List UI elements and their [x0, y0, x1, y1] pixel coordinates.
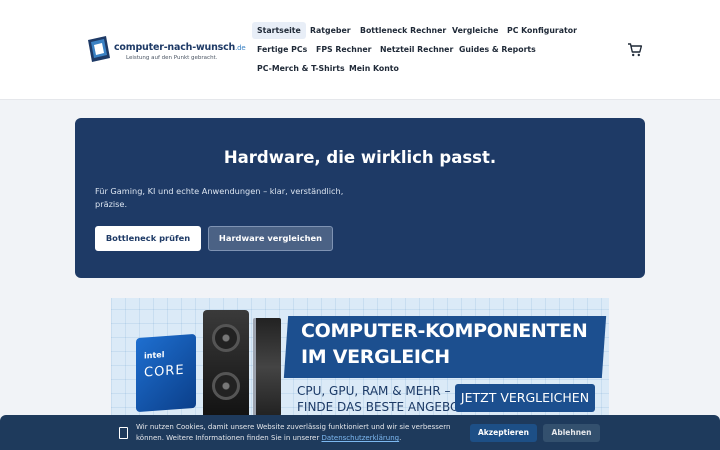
cookie-banner: Wir nutzen Cookies, damit unsere Website…: [0, 415, 720, 450]
banner-cta-button[interactable]: JETZT VERGLEICHEN: [455, 384, 595, 412]
privacy-policy-link[interactable]: Datenschutzerklärung: [321, 434, 399, 442]
banner-line-1: CPU, GPU, RAM & MEHR –: [297, 384, 451, 398]
logo-tagline: Leistung auf den Punkt gebracht.: [126, 55, 218, 61]
nav-fertige-pcs[interactable]: Fertige PCs: [252, 41, 312, 58]
document-icon: [119, 427, 128, 439]
site-logo[interactable]: computer-nach-wunsch.de Leistung auf den…: [86, 34, 246, 68]
banner-headline-1: COMPUTER-KOMPONENTEN: [301, 320, 588, 342]
ram-image: [253, 318, 281, 416]
site-header: computer-nach-wunsch.de Leistung auf den…: [0, 0, 720, 100]
gpu-fan-icon: [212, 324, 240, 352]
logo-name: computer-nach-wunsch.de: [114, 42, 246, 53]
bottleneck-check-button[interactable]: Bottleneck prüfen: [95, 226, 201, 251]
nav-guides-reports[interactable]: Guides & Reports: [454, 41, 541, 58]
nav-fps-rechner[interactable]: FPS Rechner: [311, 41, 377, 58]
nav-pc-konfigurator[interactable]: PC Konfigurator: [502, 22, 582, 39]
hero-subtitle: Für Gaming, KI und echte Anwendungen – k…: [95, 186, 344, 209]
gpu-image: [203, 310, 249, 420]
gpu-fan-icon: [212, 372, 240, 400]
accept-cookies-button[interactable]: Akzeptieren: [470, 424, 537, 442]
cpu-box-image: intel CORE: [136, 333, 196, 413]
nav-mein-konto[interactable]: Mein Konto: [344, 60, 404, 77]
compare-hardware-button[interactable]: Hardware vergleichen: [208, 226, 333, 251]
nav-pc-merch[interactable]: PC-Merch & T-Shirts: [252, 60, 350, 77]
nav-netzteil-rechner[interactable]: Netzteil Rechner: [375, 41, 458, 58]
nav-vergleiche[interactable]: Vergleiche: [447, 22, 503, 39]
hero-section: Hardware, die wirklich passt. Für Gaming…: [75, 118, 645, 278]
decline-cookies-button[interactable]: Ablehnen: [543, 424, 600, 442]
cart-icon[interactable]: [627, 42, 643, 58]
cookie-text: Wir nutzen Cookies, damit unsere Website…: [136, 423, 451, 442]
banner-headline-2: IM VERGLEICH: [301, 346, 450, 368]
banner-line-2: FINDE DAS BESTE ANGEBOT: [297, 400, 467, 414]
cpu-line: CORE: [144, 362, 185, 381]
nav-startseite[interactable]: Startseite: [252, 22, 306, 39]
nav-bottleneck-rechner[interactable]: Bottleneck Rechner: [355, 22, 451, 39]
nav-ratgeber[interactable]: Ratgeber: [305, 22, 356, 39]
cpu-brand: intel: [144, 350, 165, 361]
logo-monitor-icon: [88, 36, 110, 62]
hero-title: Hardware, die wirklich passt.: [223, 148, 497, 167]
